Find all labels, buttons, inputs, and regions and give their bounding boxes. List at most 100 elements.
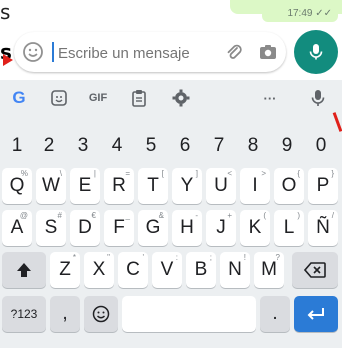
message-composer[interactable] bbox=[14, 32, 286, 72]
key-label: M bbox=[261, 259, 277, 280]
key-alt-label: ] bbox=[195, 169, 198, 178]
key-alt-label: * bbox=[72, 253, 76, 262]
key-0[interactable]: 0 bbox=[306, 128, 336, 164]
key-k[interactable]: K( bbox=[240, 210, 270, 246]
period-key[interactable]: . bbox=[260, 296, 290, 332]
gif-button[interactable]: GIF bbox=[80, 88, 116, 108]
backspace-key[interactable] bbox=[292, 252, 338, 288]
key-alt-label: / bbox=[331, 211, 334, 220]
letter-row-3: Z * X " C ' V: B; N! M? bbox=[0, 252, 342, 288]
message-input[interactable] bbox=[56, 40, 210, 66]
key-v[interactable]: V: bbox=[152, 252, 182, 288]
key-alt-label: [ bbox=[161, 169, 164, 178]
key-label: G bbox=[145, 217, 161, 238]
key-label: X bbox=[92, 259, 106, 280]
key-d[interactable]: D € bbox=[70, 210, 100, 246]
text-cursor bbox=[52, 42, 54, 62]
shift-key[interactable] bbox=[2, 252, 46, 288]
emoji-icon[interactable] bbox=[22, 41, 44, 63]
key-h[interactable]: H- bbox=[172, 210, 202, 246]
key-label: P bbox=[316, 175, 330, 196]
key-alt-label: ? bbox=[275, 253, 280, 262]
key-a[interactable]: A @ bbox=[2, 210, 32, 246]
camera-icon[interactable] bbox=[258, 42, 278, 62]
key-b[interactable]: B; bbox=[186, 252, 216, 288]
number-row: 1 2 3 4 5 6 7 8 9 0 bbox=[0, 128, 342, 164]
key-label: Y bbox=[180, 175, 194, 196]
key-label: A bbox=[10, 217, 24, 238]
key-alt-label: = bbox=[125, 169, 130, 178]
more-options-button[interactable]: ··· bbox=[258, 88, 282, 108]
key-q[interactable]: Q% bbox=[2, 168, 32, 204]
bottom-row: ?123 , . bbox=[0, 296, 342, 334]
comma-key[interactable]: , bbox=[50, 296, 80, 332]
key-label: T bbox=[147, 175, 159, 196]
key-label: H bbox=[180, 217, 194, 238]
key-9[interactable]: 9 bbox=[272, 128, 302, 164]
sticker-icon[interactable] bbox=[48, 88, 70, 108]
key-label: D bbox=[78, 217, 92, 238]
key-label: U bbox=[214, 175, 228, 196]
key-8[interactable]: 8 bbox=[238, 128, 268, 164]
key-1[interactable]: 1 bbox=[2, 128, 32, 164]
key-3[interactable]: 3 bbox=[68, 128, 98, 164]
key-z[interactable]: Z * bbox=[50, 252, 80, 288]
key-4[interactable]: 4 bbox=[102, 128, 132, 164]
key-label: I bbox=[252, 175, 258, 196]
key-y[interactable]: Y] bbox=[172, 168, 202, 204]
key-label: W bbox=[42, 175, 60, 196]
space-bar[interactable] bbox=[122, 296, 256, 332]
key-alt-label: & bbox=[158, 211, 164, 220]
google-g-icon[interactable]: G bbox=[8, 88, 30, 108]
enter-icon bbox=[307, 308, 324, 320]
enter-key[interactable] bbox=[294, 296, 338, 332]
key-label: S bbox=[44, 217, 58, 238]
key-alt-label: " bbox=[107, 253, 110, 262]
key-t[interactable]: T[ bbox=[138, 168, 168, 204]
key-6[interactable]: 6 bbox=[170, 128, 200, 164]
gear-icon[interactable] bbox=[170, 88, 192, 108]
letter-row-1: Q% W \ E | R = T[ Y] U < I > O{ P} bbox=[0, 168, 342, 204]
shift-icon bbox=[17, 263, 31, 277]
key-label: E bbox=[78, 175, 92, 196]
key-label: B bbox=[194, 259, 208, 280]
mic-button[interactable] bbox=[294, 30, 338, 74]
key-w[interactable]: W \ bbox=[36, 168, 66, 204]
emoji-key[interactable] bbox=[84, 296, 118, 332]
key-label: F bbox=[113, 217, 125, 238]
key-p[interactable]: P} bbox=[308, 168, 338, 204]
key-2[interactable]: 2 bbox=[34, 128, 64, 164]
key-g[interactable]: G & bbox=[138, 210, 168, 246]
keyboard: G GIF ··· 1 2 3 4 5 6 7 8 9 0 Q% W \ E | R… bbox=[0, 80, 342, 348]
voice-input-icon[interactable] bbox=[308, 88, 328, 108]
key-o[interactable]: O{ bbox=[274, 168, 304, 204]
key-alt-label: ( bbox=[263, 211, 266, 220]
key-alt-label: < bbox=[227, 169, 232, 178]
paperclip-icon[interactable] bbox=[224, 42, 244, 62]
key-alt-label: | bbox=[93, 169, 96, 178]
key-e[interactable]: E | bbox=[70, 168, 100, 204]
key-alt-label: # bbox=[57, 211, 62, 220]
key-j[interactable]: J + bbox=[206, 210, 236, 246]
annotation-arrow bbox=[3, 54, 13, 66]
key-l[interactable]: L) bbox=[274, 210, 304, 246]
key-enye[interactable]: Ñ / bbox=[308, 210, 338, 246]
key-7[interactable]: 7 bbox=[204, 128, 234, 164]
key-n[interactable]: N! bbox=[220, 252, 250, 288]
key-r[interactable]: R = bbox=[104, 168, 134, 204]
backspace-icon bbox=[304, 262, 326, 278]
message-time: 17:49 ✓✓ bbox=[262, 4, 338, 22]
key-label: Z bbox=[59, 259, 71, 280]
clipboard-icon[interactable] bbox=[128, 88, 150, 108]
key-f[interactable]: F _ bbox=[104, 210, 134, 246]
key-alt-label: ; bbox=[209, 253, 212, 262]
key-m[interactable]: M? bbox=[254, 252, 284, 288]
key-5[interactable]: 5 bbox=[136, 128, 166, 164]
key-alt-label: - bbox=[195, 211, 198, 220]
key-x[interactable]: X " bbox=[84, 252, 114, 288]
key-i[interactable]: I > bbox=[240, 168, 270, 204]
key-u[interactable]: U < bbox=[206, 168, 236, 204]
key-c[interactable]: C ' bbox=[118, 252, 148, 288]
key-s[interactable]: S # bbox=[36, 210, 66, 246]
symbols-key[interactable]: ?123 bbox=[2, 296, 46, 332]
